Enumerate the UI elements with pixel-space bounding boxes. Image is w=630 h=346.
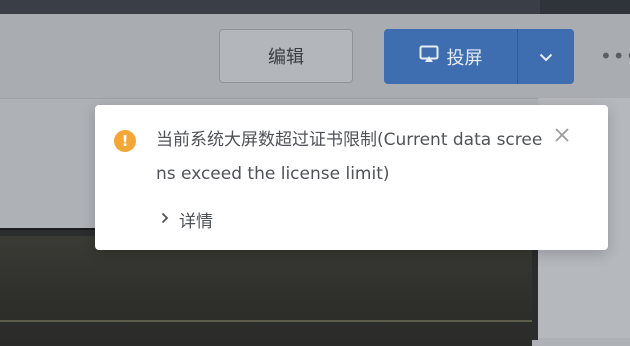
cast-dropdown-button[interactable] [518, 29, 574, 84]
close-icon[interactable] [550, 123, 574, 147]
cast-button[interactable]: 投屏 [384, 29, 517, 84]
cast-button-label: 投屏 [446, 47, 483, 69]
details-toggle[interactable]: 详情 [161, 206, 213, 232]
cast-icon [419, 45, 439, 68]
warning-icon: ! [114, 130, 136, 152]
screen-preview-content [0, 236, 532, 346]
chevron-down-icon [539, 47, 553, 66]
cast-button-group: 投屏 [384, 29, 574, 84]
edit-button[interactable]: 编辑 [219, 29, 353, 83]
license-warning-notification: ! 当前系统大屏数超过证书限制(Current data screens exc… [95, 105, 608, 250]
edit-button-label: 编辑 [268, 47, 304, 68]
details-label: 详情 [179, 211, 213, 232]
app-top-band [0, 0, 630, 14]
notification-message: 当前系统大屏数超过证书限制(Current data screens excee… [156, 130, 543, 184]
chevron-right-icon [161, 209, 169, 229]
screen-preview-line [0, 320, 532, 322]
more-icon[interactable]: ••• [600, 42, 630, 70]
